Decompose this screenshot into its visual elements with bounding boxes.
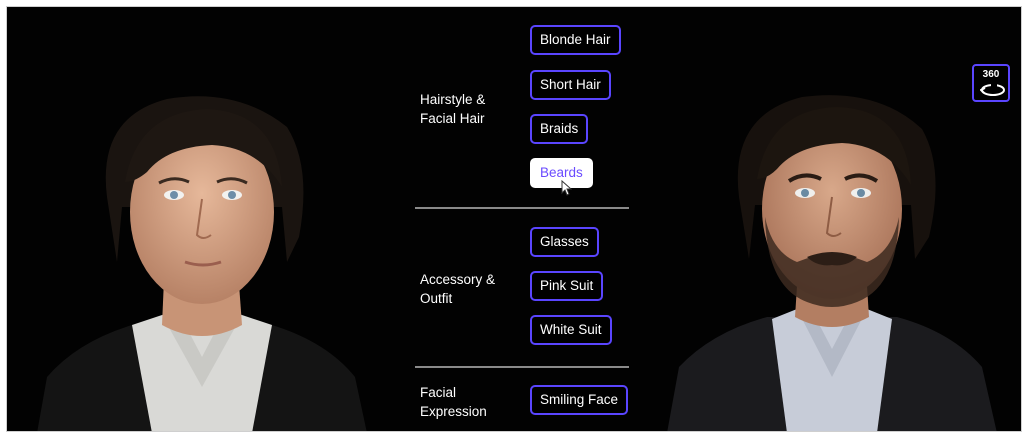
option-glasses[interactable]: Glasses	[530, 227, 599, 257]
section-divider	[415, 207, 629, 209]
option-pink-suit[interactable]: Pink Suit	[530, 271, 604, 301]
option-smiling-face[interactable]: Smiling Face	[530, 385, 629, 415]
rotate-360-button[interactable]: 360	[972, 64, 1010, 102]
group-label-hairstyle: Hairstyle & Facial Hair	[420, 92, 486, 126]
option-braids[interactable]: Braids	[530, 114, 589, 144]
avatar-original	[37, 87, 367, 431]
customization-panel: Hairstyle & Facial Hair Blonde Hair Shor…	[412, 7, 637, 431]
option-blonde-hair[interactable]: Blonde Hair	[530, 25, 621, 55]
avatar-customizer-view: Hairstyle & Facial Hair Blonde Hair Shor…	[6, 6, 1022, 432]
group-label-expression: Facial Expression	[420, 385, 487, 419]
rotate-360-icon	[980, 82, 1005, 96]
mouse-cursor-icon	[561, 180, 572, 196]
avatar-preview	[667, 87, 997, 431]
option-white-suit[interactable]: White Suit	[530, 315, 612, 345]
rotate-360-label: 360	[982, 69, 1000, 80]
option-short-hair[interactable]: Short Hair	[530, 70, 611, 100]
section-divider	[415, 366, 629, 368]
group-label-accessory: Accessory & Outfit	[420, 272, 496, 306]
